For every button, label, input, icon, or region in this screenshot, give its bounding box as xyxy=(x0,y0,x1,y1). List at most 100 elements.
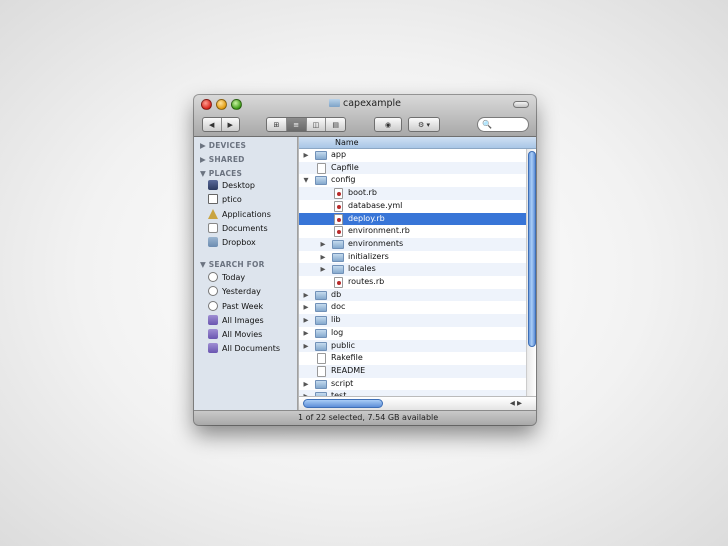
sidebar-item-applications[interactable]: Applications xyxy=(208,208,271,222)
list-view-icon[interactable]: ≡ xyxy=(286,118,307,131)
folder-icon xyxy=(315,379,327,389)
smart-folder-icon xyxy=(208,315,218,325)
disclosure-triangle-icon[interactable]: ▶ xyxy=(319,263,327,276)
home-icon xyxy=(208,194,218,204)
back-icon[interactable]: ◀ xyxy=(203,121,221,129)
folder-icon xyxy=(332,239,344,249)
sidebar-item-label: Dropbox xyxy=(222,238,256,247)
list-item[interactable]: ▶ locales xyxy=(299,263,526,276)
list-item[interactable]: ▼ config xyxy=(299,174,526,187)
finder-window: capexample ◀ ▶ ⊞ ≡ ◫ ▤ ◉ ⚙ ▾ 🔍 ▶ DEVICES… xyxy=(194,95,536,425)
column-view-icon[interactable]: ◫ xyxy=(307,118,327,131)
sidebar-item-label: Desktop xyxy=(222,181,255,190)
sidebar-item-yesterday[interactable]: Yesterday xyxy=(208,285,261,299)
file-name: app xyxy=(331,150,347,159)
disclosure-triangle-icon[interactable]: ▶ xyxy=(302,149,310,162)
folder-icon xyxy=(329,99,341,107)
list-item[interactable]: ▶ db xyxy=(299,288,526,302)
disclosure-triangle-icon[interactable]: ▶ xyxy=(302,327,310,340)
file-icon xyxy=(317,353,326,365)
status-bar: 1 of 22 selected, 7.54 GB available xyxy=(194,410,536,425)
disclosure-triangle-icon[interactable]: ▶ xyxy=(319,251,327,264)
applications-icon xyxy=(208,209,218,219)
list-item[interactable]: Rakefile xyxy=(299,352,526,365)
sidebar-item-all-images[interactable]: All Images xyxy=(208,314,264,328)
vertical-scroll-thumb[interactable] xyxy=(528,151,536,347)
disclosure-triangle-icon[interactable]: ▶ xyxy=(319,238,327,251)
folder-icon xyxy=(332,252,344,262)
list-item[interactable]: ▶ lib xyxy=(299,314,526,327)
sidebar-header-places[interactable]: ▼ PLACES xyxy=(200,169,242,178)
list-item[interactable]: environment.rb xyxy=(299,225,526,238)
sidebar-item-home[interactable]: ptico xyxy=(208,193,242,207)
sidebar-item-past-week[interactable]: Past Week xyxy=(208,300,263,314)
folder-icon xyxy=(315,316,327,326)
list-item[interactable]: database.yml xyxy=(299,200,526,213)
list-item-selected[interactable]: deploy.rb xyxy=(299,212,526,226)
vertical-scrollbar[interactable] xyxy=(526,149,536,396)
sidebar-item-documents[interactable]: Documents xyxy=(208,222,268,236)
sidebar-header-search-for[interactable]: ▼ SEARCH FOR xyxy=(200,260,265,269)
sidebar-header-devices[interactable]: ▶ DEVICES xyxy=(200,141,246,150)
list-item[interactable]: routes.rb xyxy=(299,276,526,289)
file-name: locales xyxy=(348,264,376,274)
search-input[interactable]: 🔍 xyxy=(477,117,529,132)
disclosure-triangle-icon[interactable]: ▶ xyxy=(302,378,310,391)
sidebar-item-label: Documents xyxy=(222,224,268,233)
sidebar: ▶ DEVICES ▶ SHARED ▼ PLACES Desktop ptic… xyxy=(194,137,298,410)
file-name: lib xyxy=(331,315,341,325)
action-menu-button[interactable]: ⚙ ▾ xyxy=(408,117,440,132)
horizontal-scroll-thumb[interactable] xyxy=(303,399,383,408)
disclosure-triangle-icon[interactable]: ▶ xyxy=(302,340,310,353)
yaml-file-icon xyxy=(334,200,343,212)
toolbar-toggle-button[interactable] xyxy=(513,101,529,108)
list-item[interactable]: ▶ doc xyxy=(299,301,526,314)
list-item[interactable]: ▶ public xyxy=(299,339,526,353)
list-item[interactable]: Capfile xyxy=(299,161,526,175)
file-name: public xyxy=(331,340,356,350)
list-item[interactable]: ▶ log xyxy=(299,327,526,340)
file-icon xyxy=(317,365,326,377)
sidebar-item-all-movies[interactable]: All Movies xyxy=(208,328,262,342)
sidebar-item-all-documents[interactable]: All Documents xyxy=(208,342,280,356)
forward-icon[interactable]: ▶ xyxy=(222,121,240,129)
scroll-arrows-icon[interactable]: ◀ ▶ xyxy=(510,399,522,407)
file-name: routes.rb xyxy=(348,277,385,286)
folder-icon xyxy=(315,151,327,160)
window-title-text: capexample xyxy=(343,98,401,109)
file-name: log xyxy=(331,327,344,337)
folder-icon xyxy=(315,303,327,313)
file-name: environment.rb xyxy=(348,226,410,236)
list-item[interactable]: README xyxy=(299,364,526,378)
sidebar-item-desktop[interactable]: Desktop xyxy=(208,179,255,193)
sidebar-item-label: All Movies xyxy=(222,330,263,339)
file-name: database.yml xyxy=(348,200,403,210)
sidebar-item-dropbox[interactable]: Dropbox xyxy=(208,236,256,250)
list-item[interactable]: boot.rb xyxy=(299,187,526,200)
titlebar[interactable]: capexample ◀ ▶ ⊞ ≡ ◫ ▤ ◉ ⚙ ▾ 🔍 xyxy=(194,95,536,137)
ruby-file-icon xyxy=(334,226,343,238)
coverflow-view-icon[interactable]: ▤ xyxy=(326,118,345,131)
quicklook-button[interactable]: ◉ xyxy=(374,117,402,132)
sidebar-item-label: Yesterday xyxy=(222,287,261,296)
sidebar-item-label: Past Week xyxy=(222,302,264,311)
disclosure-triangle-icon[interactable]: ▶ xyxy=(302,301,310,314)
list-item[interactable]: ▶ environments xyxy=(299,237,526,251)
back-forward-control: ◀ ▶ xyxy=(202,117,240,132)
clock-icon xyxy=(208,301,218,311)
file-name: config xyxy=(331,175,356,185)
horizontal-scrollbar[interactable]: ◀ ▶ xyxy=(299,396,536,410)
icon-view-icon[interactable]: ⊞ xyxy=(267,118,287,131)
list-item[interactable]: ▶ app xyxy=(299,149,526,162)
file-name: db xyxy=(331,289,342,299)
file-name: doc xyxy=(331,302,346,312)
disclosure-triangle-icon[interactable]: ▶ xyxy=(302,289,310,302)
disclosure-triangle-icon[interactable]: ▶ xyxy=(302,314,310,327)
column-header-name[interactable]: Name xyxy=(299,137,536,149)
sidebar-item-today[interactable]: Today xyxy=(208,271,245,285)
list-item[interactable]: ▶ initializers xyxy=(299,251,526,264)
sidebar-header-shared[interactable]: ▶ SHARED xyxy=(200,155,245,164)
list-item[interactable]: ▶ script xyxy=(299,378,526,391)
folder-icon xyxy=(315,176,327,186)
disclosure-triangle-icon[interactable]: ▼ xyxy=(302,174,310,187)
